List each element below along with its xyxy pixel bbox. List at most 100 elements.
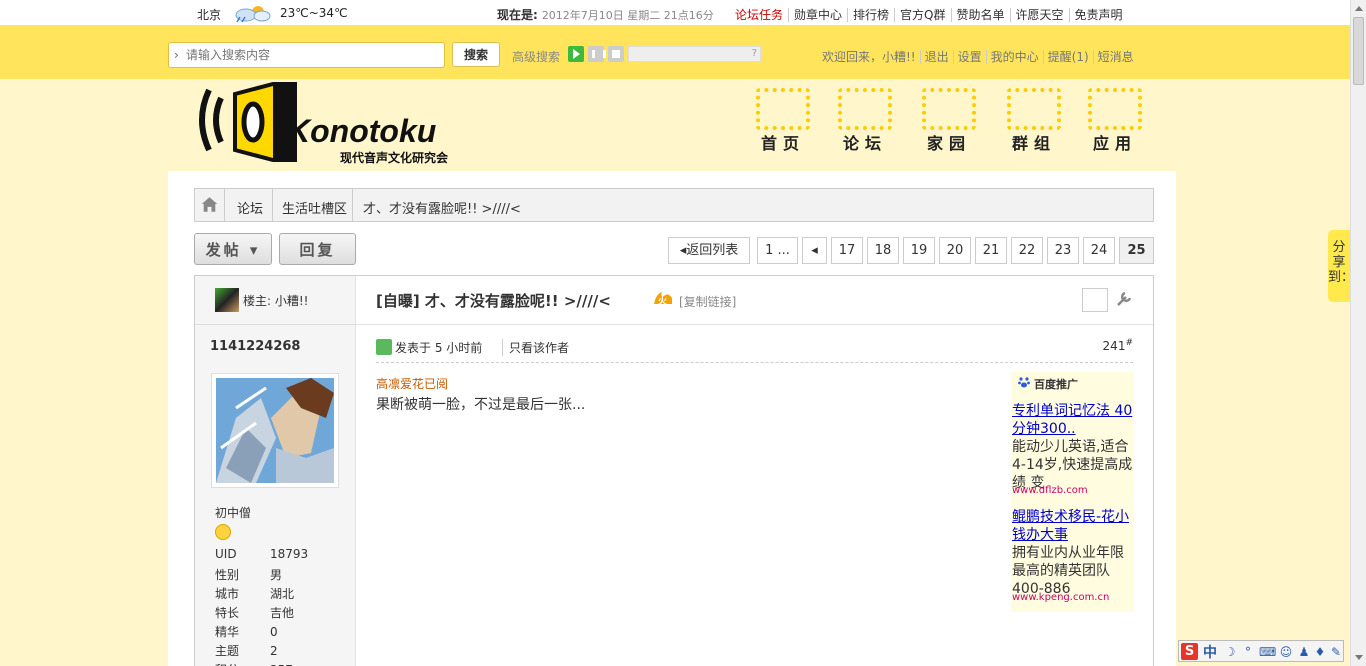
floor-number[interactable]: 241# <box>1103 338 1133 353</box>
scrollbar[interactable] <box>1350 0 1366 666</box>
welcome-user[interactable]: 欢迎回来，小糟!! <box>822 50 920 64</box>
link-disclaimer[interactable]: 免责声明 <box>1068 8 1128 22</box>
post-title: [自曝] 才、才没有露脸呢!! >////< <box>376 292 611 310</box>
player-help-icon[interactable]: ? <box>752 48 757 59</box>
page-first[interactable]: 1 ... <box>757 237 798 264</box>
owner-avatar-small[interactable] <box>215 288 239 312</box>
stop-icon[interactable] <box>608 46 624 62</box>
breadcrumb-forum[interactable]: 论坛 <box>237 198 263 217</box>
music-player-track[interactable]: ? <box>628 46 761 62</box>
page-18[interactable]: 18 <box>867 237 899 264</box>
page-20[interactable]: 20 <box>939 237 971 264</box>
home-nav-icon <box>756 88 810 130</box>
ad-title-1[interactable]: 专利单词记忆法 40分钟300.. <box>1012 402 1134 438</box>
user-links: 欢迎回来，小糟!! 退出 设置 我的中心 提醒(1) 短消息 <box>822 48 1138 65</box>
online-status-icon <box>376 339 392 355</box>
page-19[interactable]: 19 <box>903 237 935 264</box>
post-content: 果断被萌一脸，不过是最后一张... <box>376 397 586 413</box>
breadcrumb-separator <box>265 189 273 221</box>
main-content: 论坛 生活吐槽区 才、才没有露脸呢!! >////< 发帖 ▾ 回复 ◂返回列表… <box>168 171 1176 666</box>
baidu-paw-icon <box>1018 377 1030 388</box>
ad-desc-1: 能动少儿英语,适合4-14岁,快速提高成绩 变 <box>1012 439 1133 491</box>
emoji-icon[interactable]: ☺ <box>1279 645 1293 659</box>
smiley-icon <box>215 524 231 540</box>
sogou-logo-icon[interactable]: S <box>1181 643 1198 660</box>
scroll-down-icon[interactable] <box>1355 655 1363 660</box>
scroll-up-icon[interactable] <box>1355 6 1363 11</box>
messages-link[interactable]: 短消息 <box>1092 50 1138 64</box>
logout-link[interactable]: 退出 <box>919 50 953 64</box>
link-wish-sky[interactable]: 许愿天空 <box>1009 8 1069 22</box>
page-24[interactable]: 24 <box>1083 237 1115 264</box>
nav-home[interactable]: 首页 <box>752 88 814 153</box>
ad-url-1[interactable]: www.dflzb.com <box>1012 485 1088 496</box>
search-input[interactable] <box>186 46 436 64</box>
avatar-image <box>216 378 334 483</box>
keyboard-icon[interactable]: ⌨ <box>1259 645 1276 659</box>
stat-city: 城市 湖北 <box>215 587 295 601</box>
ad-url-2[interactable]: www.kpeng.com.cn <box>1012 592 1109 603</box>
link-ranking[interactable]: 排行榜 <box>847 8 895 22</box>
stat-gender: 性别男 <box>215 568 283 582</box>
svg-text:火: 火 <box>658 296 668 306</box>
reply-button[interactable]: 回复 <box>279 233 356 265</box>
nav-space[interactable]: 家园 <box>918 88 980 153</box>
divider <box>356 324 1153 325</box>
link-forum-tasks[interactable]: 论坛任务 <box>730 8 788 22</box>
page-17[interactable]: 17 <box>831 237 863 264</box>
breadcrumb-separator <box>345 189 353 221</box>
site-logo[interactable]: Konotoku 现代音声文化研究会 <box>195 80 475 166</box>
link-medal-center[interactable]: 勋章中心 <box>788 8 848 22</box>
breadcrumb-thread[interactable]: 才、才没有露脸呢!! >////< <box>363 198 521 217</box>
page-current: 25 <box>1119 237 1154 264</box>
top-links: 论坛任务 勋章中心 排行榜 官方Q群 赞助名单 许愿天空 免责声明 <box>730 6 1128 23</box>
pause-icon[interactable] <box>588 46 606 62</box>
notifications-link[interactable]: 提醒(1) <box>1042 50 1093 64</box>
divider <box>195 324 356 325</box>
page-22[interactable]: 22 <box>1011 237 1043 264</box>
back-to-list-button[interactable]: ◂返回列表 <box>668 237 750 264</box>
ime-mode-toggle[interactable]: 中 <box>1203 642 1217 662</box>
search-bar: › 搜索 高级搜索 ? 欢迎回来，小糟!!退出设置我的中心提醒(1)短消息 <box>0 26 1350 79</box>
ad-header: 百度推广 <box>1034 378 1078 391</box>
my-center-link[interactable]: 我的中心 <box>985 50 1043 64</box>
nav-app[interactable]: 应用 <box>1084 88 1146 153</box>
baidu-ad: 百度推广 专利单词记忆法 40分钟300.. 能动少儿英语,适合4-14岁,快速… <box>1012 372 1134 612</box>
only-author-link[interactable]: 只看该作者 <box>502 339 569 356</box>
nav-app-label: 应用 <box>1092 134 1137 153</box>
wrench-icon[interactable] <box>1115 290 1133 308</box>
breadcrumb-section[interactable]: 生活吐槽区 <box>282 198 347 217</box>
breadcrumb: 论坛 生活吐槽区 才、才没有露脸呢!! >////< <box>194 188 1154 222</box>
top-bar: 北京 23℃~34℃ 现在是: 2012年7月10日 星期二 21点16分 论坛任… <box>0 0 1350 26</box>
advanced-search-link[interactable]: 高级搜索 <box>512 48 560 65</box>
page-prev-button[interactable]: ◂ <box>802 237 827 264</box>
share-tab[interactable]: 分享到： <box>1328 230 1354 302</box>
moon-icon[interactable]: ☽ <box>1223 645 1237 659</box>
chevron-right-icon: › <box>174 48 179 62</box>
nav-group[interactable]: 群组 <box>1003 88 1065 153</box>
play-icon[interactable] <box>568 46 584 62</box>
ad-title-2[interactable]: 鲲鹏技术移民-花小钱办大事 <box>1012 508 1134 544</box>
skin-icon[interactable]: ♦ <box>1313 645 1327 659</box>
copy-link-button[interactable]: [复制链接] <box>679 293 736 310</box>
owner-label[interactable]: 楼主: 小糟!! <box>243 292 308 309</box>
user-icon[interactable]: ♟ <box>1297 645 1311 659</box>
settings-link[interactable]: 设置 <box>952 50 986 64</box>
forum-nav-icon <box>838 88 892 130</box>
page-21[interactable]: 21 <box>975 237 1007 264</box>
link-official-qq-group[interactable]: 官方Q群 <box>894 8 951 22</box>
nav-group-label: 群组 <box>1011 134 1056 153</box>
author-qq: 1141224268 <box>210 339 301 354</box>
wrench-icon[interactable]: ✎ <box>1329 645 1343 659</box>
punctuation-icon[interactable]: ° <box>1241 645 1255 659</box>
favorite-checkbox[interactable] <box>1082 288 1108 312</box>
new-post-button[interactable]: 发帖 ▾ <box>194 233 272 265</box>
home-icon[interactable] <box>195 189 225 221</box>
page-23[interactable]: 23 <box>1047 237 1079 264</box>
search-button[interactable]: 搜索 <box>452 42 500 67</box>
author-panel: 楼主: 小糟!! 1141224268 初中僧 UID 18793 性别男 城市湖… <box>195 276 356 666</box>
scrollbar-thumb[interactable] <box>1353 17 1364 85</box>
avatar[interactable] <box>211 373 339 488</box>
nav-forum[interactable]: 论坛 <box>834 88 896 153</box>
link-sponsors[interactable]: 赞助名单 <box>950 8 1010 22</box>
